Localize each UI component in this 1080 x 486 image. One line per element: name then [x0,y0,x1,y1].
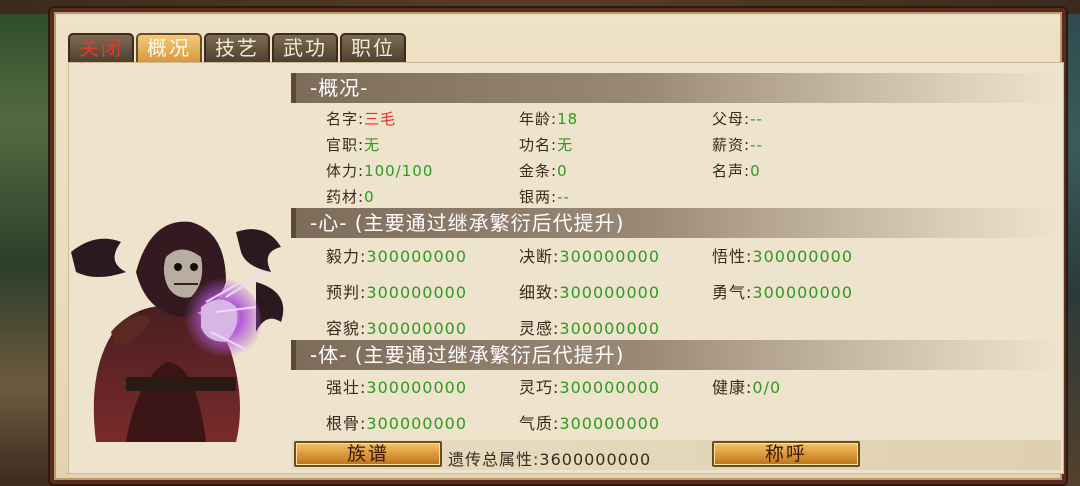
field-label: 年龄: [519,110,558,128]
field-herbs: 药材:0 [326,186,375,207]
total-value: 3600000000 [539,450,652,469]
field-value: 300000000 [559,283,661,302]
field-comprehension: 悟性:300000000 [712,243,853,267]
field-appearance: 容貌:300000000 [326,315,467,339]
field-label: 悟性: [712,247,753,266]
title-button[interactable]: 称呼 [712,441,860,467]
field-label: 父母: [712,110,751,128]
field-value: -- [750,110,763,128]
section-header-overview: -概况- [291,73,1061,103]
field-value: 300000000 [559,414,661,433]
field-stamina: 体力:100/100 [326,160,433,181]
field-value: 300000000 [366,247,468,266]
field-strength: 强壮:300000000 [326,374,467,398]
field-label: 名声: [712,162,751,180]
field-label: 银两: [519,188,558,206]
section-header-heart: -心- (主要通过继承繁衍后代提升) [291,208,1061,238]
field-value: 无 [364,136,381,154]
field-gold-bars: 金条:0 [519,160,568,181]
field-label: 灵巧: [519,378,560,397]
field-label: 名字: [326,110,365,128]
field-label: 灵感: [519,319,560,338]
field-label: 药材: [326,188,365,206]
field-reputation: 名声:0 [712,160,761,181]
field-perseverance: 毅力:300000000 [326,243,467,267]
total-genetic-attributes: 遗传总属性:3600000000 [448,446,651,470]
field-value: 18 [557,110,579,128]
field-agility: 灵巧:300000000 [519,374,660,398]
field-decisiveness: 决断:300000000 [519,243,660,267]
field-value: 300000000 [366,414,468,433]
field-label: 决断: [519,247,560,266]
field-value: 300000000 [559,247,661,266]
genealogy-button[interactable]: 族谱 [294,441,442,467]
field-value: 300000000 [559,378,661,397]
field-temperament: 气质:300000000 [519,410,660,434]
field-value: 300000000 [366,319,468,338]
field-value: 100/100 [364,162,434,180]
field-label: 细致: [519,283,560,302]
field-label: 强壮: [326,378,367,397]
field-salary: 薪资:-- [712,134,763,155]
field-value: 300000000 [559,319,661,338]
field-meticulousness: 细致:300000000 [519,279,660,303]
field-value: 0 [557,162,568,180]
field-value: 三毛 [364,110,397,128]
field-value: -- [750,136,763,154]
field-value: 300000000 [366,378,468,397]
tab-martial-arts[interactable]: 武功 [272,33,338,62]
field-official-post: 官职:无 [326,134,380,155]
field-label: 毅力: [326,247,367,266]
field-parents: 父母:-- [712,108,763,129]
tab-overview[interactable]: 概况 [136,33,202,62]
field-value: 300000000 [752,283,854,302]
field-label: 勇气: [712,283,753,302]
field-health: 健康:0/0 [712,374,781,398]
field-constitution: 根骨:300000000 [326,410,467,434]
field-label: 体力: [326,162,365,180]
field-label: 根骨: [326,414,367,433]
field-label: 薪资: [712,136,751,154]
field-foresight: 预判:300000000 [326,279,467,303]
character-portrait [71,221,284,442]
field-label: 容貌: [326,319,367,338]
tab-skills[interactable]: 技艺 [204,33,270,62]
tab-close[interactable]: 关闭 [68,33,134,62]
field-age: 年龄:18 [519,108,578,129]
total-label: 遗传总属性: [448,450,540,469]
field-label: 预判: [326,283,367,302]
field-value: 0 [364,188,375,206]
field-name: 名字:三毛 [326,108,396,129]
field-value: -- [557,188,570,206]
field-value: 0 [750,162,761,180]
section-header-body: -体- (主要通过继承繁衍后代提升) [291,340,1061,370]
field-label: 功名: [519,136,558,154]
field-value: 300000000 [366,283,468,302]
field-inspiration: 灵感:300000000 [519,315,660,339]
field-rank: 功名:无 [519,134,573,155]
field-value: 300000000 [752,247,854,266]
field-courage: 勇气:300000000 [712,279,853,303]
field-value: 0/0 [752,378,782,397]
tab-bar: 关闭 概况 技艺 武功 职位 [68,33,406,62]
field-label: 官职: [326,136,365,154]
field-label: 健康: [712,378,753,397]
field-silver: 银两:-- [519,186,570,207]
field-label: 金条: [519,162,558,180]
tab-position[interactable]: 职位 [340,33,406,62]
field-label: 气质: [519,414,560,433]
field-value: 无 [557,136,574,154]
